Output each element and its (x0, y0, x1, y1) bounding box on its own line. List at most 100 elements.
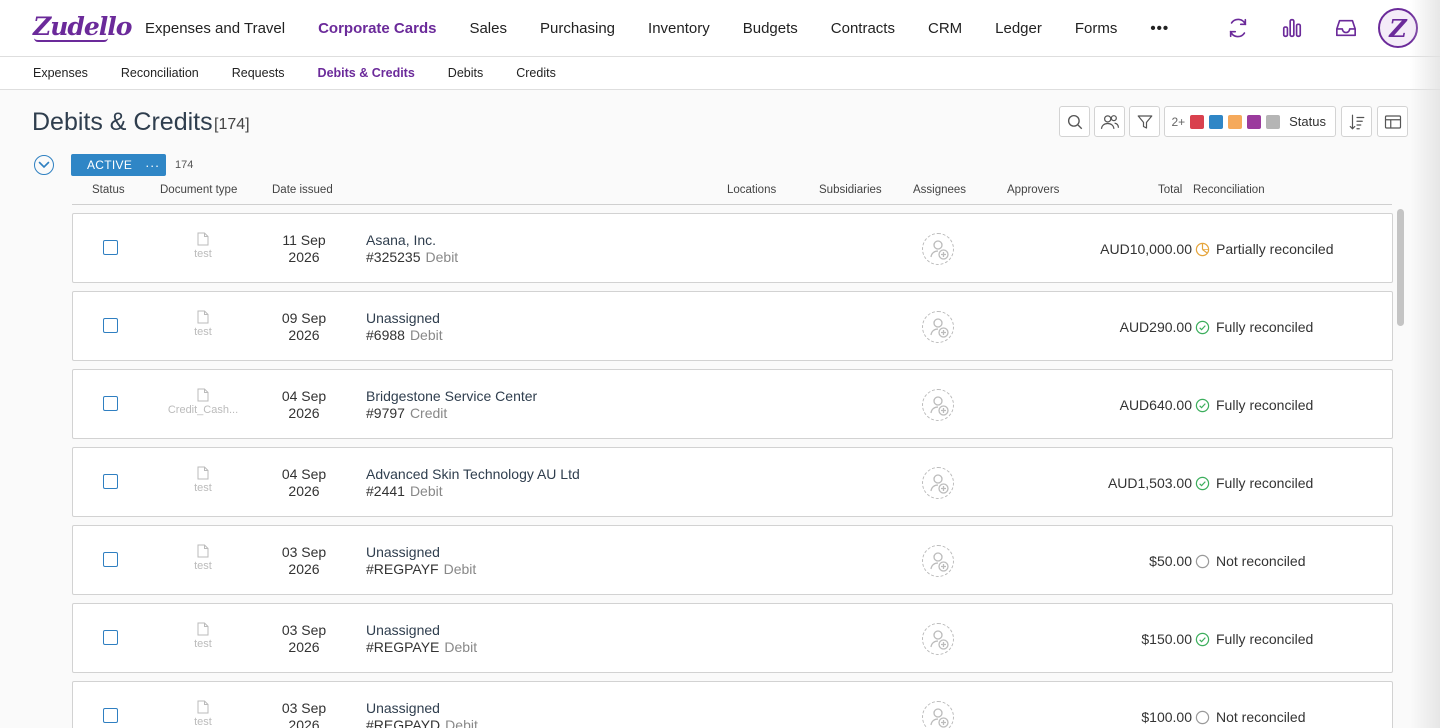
nav-purchasing[interactable]: Purchasing (540, 20, 615, 37)
zudello-logo[interactable]: Zudello (33, 12, 132, 41)
file-icon (197, 388, 209, 402)
col-approvers[interactable]: Approvers (1007, 184, 1059, 196)
reconciliation-status: Partially reconciled (1195, 241, 1334, 257)
list-scrollbar[interactable] (1396, 206, 1406, 728)
add-assignee-button[interactable] (922, 311, 954, 343)
refresh-icon[interactable] (1224, 14, 1252, 42)
column-headers: Status Document type Date issued Locatio… (72, 182, 1392, 205)
date-issued: 03 Sep 2026 (281, 700, 327, 728)
scrollbar-thumb[interactable] (1397, 209, 1404, 326)
group-label: ACTIVE (87, 158, 133, 172)
filter-button[interactable] (1129, 106, 1161, 137)
nav-ledger[interactable]: Ledger (995, 20, 1042, 37)
col-locations[interactable]: Locations (727, 184, 776, 196)
logo-swoosh (34, 38, 108, 42)
table-row[interactable]: Credit_Cash... 04 Sep 2026 Bridgestone Se… (72, 369, 1393, 439)
search-button[interactable] (1059, 106, 1091, 137)
row-checkbox[interactable] (103, 708, 118, 723)
nav-corporate-cards[interactable]: Corporate Cards (318, 20, 436, 37)
document-type-cell: test (153, 622, 253, 650)
document-name: test (194, 248, 212, 260)
table-row[interactable]: test 11 Sep 2026 Asana, Inc. #325235 Debit… (72, 213, 1393, 283)
nav-inventory[interactable]: Inventory (648, 20, 710, 37)
document-number: #REGPAYE (366, 639, 440, 655)
add-assignee-button[interactable] (922, 623, 954, 655)
reconciliation-status: Fully reconciled (1195, 319, 1313, 335)
avatar-letter: Z (1389, 13, 1407, 43)
group-menu-icon[interactable]: ··· (145, 158, 160, 173)
row-checkbox[interactable] (103, 552, 118, 567)
file-icon (197, 544, 209, 558)
user-avatar[interactable]: Z (1378, 8, 1418, 48)
subnav-credits[interactable]: Credits (516, 66, 556, 80)
add-user-icon (930, 396, 949, 416)
total-amount: $50.00 (1149, 553, 1192, 569)
vendor-name: Asana, Inc. (366, 232, 437, 248)
reconciliation-status: Not reconciled (1195, 553, 1306, 569)
add-assignee-button[interactable] (922, 389, 954, 421)
table-row[interactable]: test 03 Sep 2026 Unassigned #REGPAYD Debit… (72, 681, 1393, 728)
sort-button[interactable] (1341, 106, 1372, 137)
add-assignee-button[interactable] (922, 233, 954, 265)
debits-credits-list: test 11 Sep 2026 Asana, Inc. #325235 Debit… (72, 213, 1393, 728)
reconciliation-label: Fully reconciled (1216, 397, 1314, 413)
document-type-cell: test (153, 466, 253, 494)
nav-forms[interactable]: Forms (1075, 20, 1118, 37)
inbox-icon[interactable] (1332, 14, 1360, 42)
document-type-cell: test (153, 310, 253, 338)
date-issued: 04 Sep 2026 (281, 466, 327, 499)
row-checkbox[interactable] (103, 396, 118, 411)
row-checkbox[interactable] (103, 474, 118, 489)
reconciliation-label: Fully reconciled (1216, 319, 1314, 335)
col-total[interactable]: Total (1158, 184, 1182, 196)
subnav-debits-and-credits[interactable]: Debits & Credits (318, 66, 415, 80)
subnav-debits[interactable]: Debits (448, 66, 483, 80)
row-checkbox[interactable] (103, 240, 118, 255)
row-checkbox[interactable] (103, 318, 118, 333)
nav-expenses-and-travel[interactable]: Expenses and Travel (145, 20, 285, 37)
document-name: test (194, 482, 212, 494)
add-assignee-button[interactable] (922, 545, 954, 577)
vendor-name: Unassigned (366, 700, 440, 716)
check-circle-icon (1195, 320, 1210, 334)
col-subsidiaries[interactable]: Subsidiaries (819, 184, 882, 196)
vendor-name: Unassigned (366, 310, 440, 326)
group-status-pill[interactable]: ACTIVE ··· (71, 154, 166, 176)
vendor-cell: Unassigned #REGPAYD Debit (366, 700, 478, 728)
col-reconciliation[interactable]: Reconciliation (1193, 184, 1265, 196)
sort-icon (1349, 114, 1364, 130)
subnav-requests[interactable]: Requests (232, 66, 285, 80)
col-status[interactable]: Status (92, 184, 125, 196)
col-date-issued[interactable]: Date issued (272, 184, 333, 196)
subnav-expenses[interactable]: Expenses (33, 66, 88, 80)
add-assignee-button[interactable] (922, 701, 954, 728)
row-checkbox[interactable] (103, 630, 118, 645)
document-name: test (194, 560, 212, 572)
file-icon (197, 232, 209, 246)
table-row[interactable]: test 03 Sep 2026 Unassigned #REGPAYF Debit… (72, 525, 1393, 595)
subnav-reconciliation[interactable]: Reconciliation (121, 66, 199, 80)
analytics-icon[interactable] (1278, 14, 1306, 42)
status-filter-count: 2+ (1171, 114, 1186, 129)
add-assignee-button[interactable] (922, 467, 954, 499)
layout-button[interactable] (1377, 106, 1408, 137)
col-assignees[interactable]: Assignees (913, 184, 966, 196)
nav-more-button[interactable]: ••• (1150, 20, 1169, 37)
status-swatch-grey (1266, 114, 1281, 129)
table-row[interactable]: test 04 Sep 2026 Advanced Skin Technology… (72, 447, 1393, 517)
users-filter-button[interactable] (1094, 106, 1126, 137)
table-row[interactable]: test 03 Sep 2026 Unassigned #REGPAYE Debit… (72, 603, 1393, 673)
add-user-icon (930, 552, 949, 572)
collapse-group-toggle[interactable] (34, 155, 54, 175)
nav-sales[interactable]: Sales (469, 20, 507, 37)
status-filter-button[interactable]: 2+ Status (1164, 106, 1336, 137)
add-user-icon (930, 240, 949, 260)
document-kind: Debit (409, 483, 443, 499)
check-circle-icon (1195, 398, 1210, 412)
nav-budgets[interactable]: Budgets (743, 20, 798, 37)
add-user-icon (930, 318, 949, 338)
nav-contracts[interactable]: Contracts (831, 20, 895, 37)
nav-crm[interactable]: CRM (928, 20, 962, 37)
table-row[interactable]: test 09 Sep 2026 Unassigned #6988 Debit AU… (72, 291, 1393, 361)
col-document-type[interactable]: Document type (160, 184, 237, 196)
